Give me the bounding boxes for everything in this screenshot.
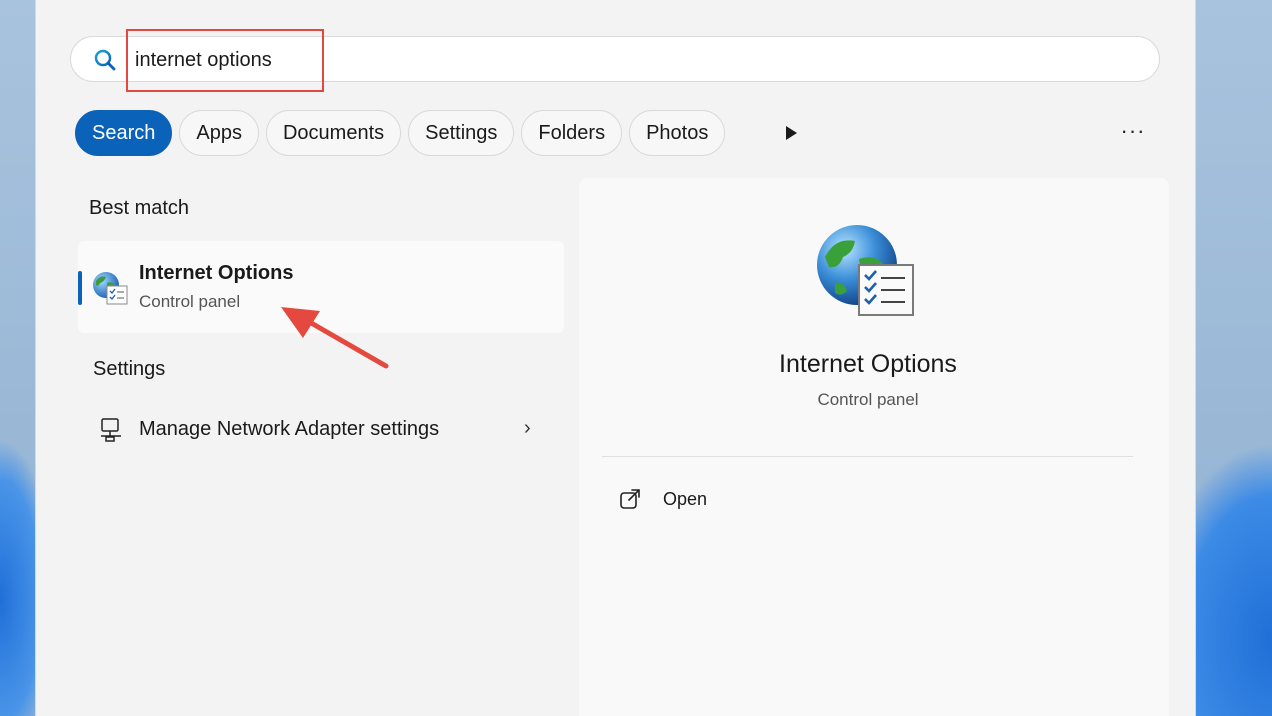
preview-pane: Internet Options Control panel Open: [579, 178, 1169, 716]
settings-heading: Settings: [93, 358, 166, 380]
open-external-icon: [620, 489, 640, 509]
internet-options-icon: [93, 272, 128, 305]
play-icon: [786, 126, 797, 140]
best-match-result[interactable]: Internet Options Control panel: [78, 241, 564, 333]
network-adapter-icon: [101, 418, 121, 442]
setting-label: Manage Network Adapter settings: [139, 418, 440, 440]
result-title: Internet Options: [139, 262, 294, 284]
preview-subtitle: Control panel: [817, 390, 919, 409]
filter-settings[interactable]: Settings: [408, 110, 515, 156]
search-icon: [94, 49, 116, 71]
result-subtitle: Control panel: [139, 292, 241, 311]
filter-apps[interactable]: Apps: [179, 110, 259, 156]
open-action[interactable]: Open: [619, 484, 819, 514]
chevron-right-icon: ›: [524, 417, 531, 439]
open-label: Open: [663, 489, 708, 509]
filter-photos[interactable]: Photos: [629, 110, 726, 156]
selection-indicator: [78, 271, 82, 305]
preview-title: Internet Options: [779, 350, 957, 378]
internet-options-large-icon: [817, 225, 914, 316]
settings-result-network-adapter[interactable]: Manage Network Adapter settings ›: [78, 401, 564, 459]
best-match-heading: Best match: [89, 197, 190, 219]
more-options-button[interactable]: ···: [1120, 120, 1146, 146]
search-highlight-annotation: [126, 29, 324, 92]
preview-divider: [602, 456, 1133, 457]
start-search-panel: internet options Search Apps Documents S…: [35, 0, 1196, 716]
filter-folders[interactable]: Folders: [521, 110, 623, 156]
filter-search[interactable]: Search: [75, 110, 173, 156]
filter-chips: Search Apps Documents Settings Folders P…: [75, 110, 726, 156]
filter-documents[interactable]: Documents: [265, 110, 402, 156]
more-filters-play-button[interactable]: [781, 122, 801, 144]
